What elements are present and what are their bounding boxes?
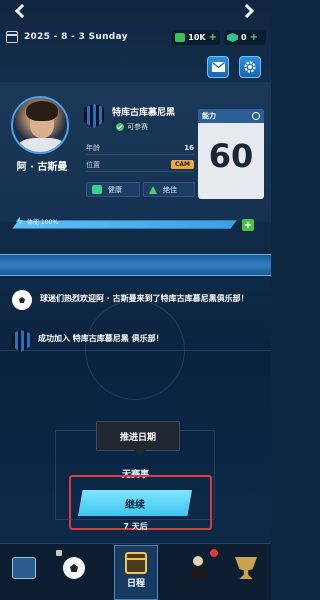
form-label: 绝佳 <box>163 185 177 194</box>
news-message-text: 球迷们热烈欢迎阿 · 古斯曼来到了特库古库慕尼黑俱乐部！ <box>40 294 249 303</box>
mail-button[interactable] <box>207 56 229 78</box>
football-icon <box>12 290 32 310</box>
player-name: 阿 · 古斯曼 <box>16 162 68 173</box>
club-badge-icon <box>12 330 30 352</box>
nav-schedule-button[interactable]: 日程 <box>114 545 158 600</box>
age-row: 年龄 16 <box>86 141 194 155</box>
player-icon <box>187 556 209 580</box>
avatar-hair <box>26 101 58 121</box>
status-label: 可参赛 <box>127 123 148 131</box>
add-gem-icon[interactable]: + <box>250 32 258 43</box>
football-icon <box>63 557 85 579</box>
week-strip <box>0 254 271 276</box>
notification-dot <box>210 549 218 557</box>
chevron-left-icon <box>14 3 30 19</box>
news-message: 球迷们热烈欢迎阿 · 古斯曼来到了特库古库慕尼黑俱乐部！ <box>12 290 262 310</box>
continue-button[interactable]: 继续 <box>78 490 192 516</box>
tooltip-tail <box>134 450 146 456</box>
add-stamina-button[interactable]: + <box>242 219 254 231</box>
date-display: 2025 - 8 - 3 Sunday <box>6 31 128 43</box>
nav-schedule-label: 日程 <box>126 579 145 589</box>
club-crest-icon <box>12 557 36 579</box>
form-up-arrow-icon <box>149 185 157 194</box>
nav-trophy-button[interactable] <box>226 548 266 588</box>
cash-icon <box>175 33 186 42</box>
ability-header: 能力 <box>198 109 264 123</box>
cash-amount: 10K <box>188 33 206 42</box>
ability-panel[interactable]: 能力 60 <box>198 109 264 199</box>
news-message: 成功加入 特库古库慕尼黑 俱乐部！ <box>12 330 262 352</box>
form-tag: 绝佳 <box>143 182 195 197</box>
lock-icon <box>56 550 62 556</box>
next-week-button[interactable] <box>239 3 257 19</box>
age-label: 年龄 <box>86 143 100 152</box>
position-label: 位置 <box>86 160 100 169</box>
health-icon <box>92 185 102 194</box>
ability-value: 60 <box>208 137 254 175</box>
game-screen: 2025 - 8 - 3 Sunday 10K + 0 + 阿 · 古斯曼 特库… <box>0 0 271 600</box>
position-row: 位置 CAM <box>86 158 194 172</box>
nav-club-button[interactable] <box>4 548 44 588</box>
previous-week-button[interactable] <box>12 3 30 19</box>
health-label: 健康 <box>108 185 122 194</box>
gear-icon <box>244 61 256 73</box>
stamina-label-wrap: 体能 100% <box>16 216 58 226</box>
eligibility-status: 可参赛 <box>112 121 152 133</box>
calendar-icon <box>125 552 147 574</box>
position-badge: CAM <box>170 160 194 169</box>
player-avatar[interactable] <box>11 96 69 154</box>
advance-date-tooltip: 推进日期 <box>96 421 180 451</box>
gem-amount: 0 <box>241 33 247 42</box>
mail-icon <box>211 62 225 72</box>
ability-label: 能力 <box>202 112 216 120</box>
stamina-label: 体能 100% <box>27 218 59 226</box>
club-name: 特库古库慕尼黑 <box>112 108 176 118</box>
refresh-icon[interactable] <box>252 112 260 120</box>
days-later-label: 7 天后 <box>123 522 148 531</box>
trophy-icon <box>235 557 257 579</box>
add-cash-icon[interactable]: + <box>209 32 217 43</box>
calendar-icon <box>6 31 18 43</box>
avatar-shirt <box>17 138 67 152</box>
current-date: 2025 - 8 - 3 Sunday <box>24 32 128 42</box>
gem-counter[interactable]: 0 + <box>224 30 266 45</box>
settings-button[interactable] <box>239 56 261 78</box>
news-message-text: 成功加入 特库古库慕尼黑 俱乐部！ <box>38 334 164 343</box>
cash-counter[interactable]: 10K + <box>172 30 220 45</box>
check-icon <box>116 123 124 131</box>
chevron-right-icon <box>239 3 255 19</box>
age-value: 16 <box>184 143 194 152</box>
gem-icon <box>227 33 238 42</box>
bolt-icon <box>16 216 23 226</box>
health-tag: 健康 <box>86 182 140 197</box>
